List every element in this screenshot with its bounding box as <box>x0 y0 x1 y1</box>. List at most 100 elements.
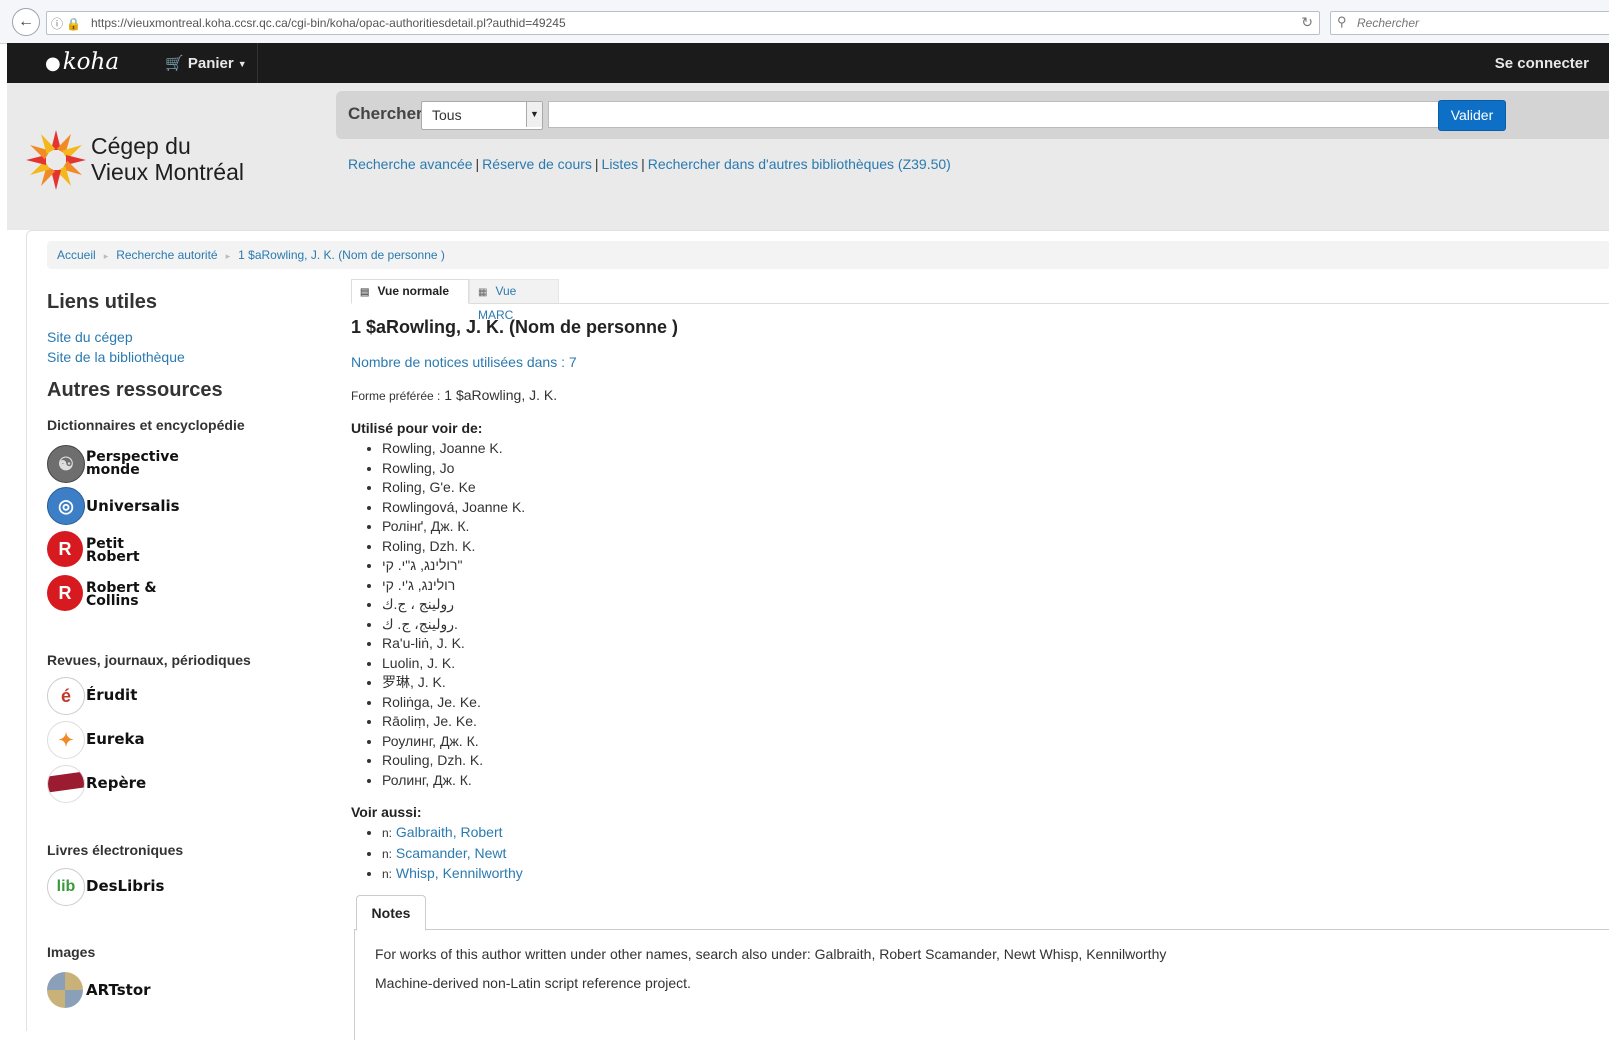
search-input[interactable] <box>548 101 1446 128</box>
document-icon: ▤ <box>360 287 370 298</box>
view-tabs: ▤ Vue normale ▦ Vue MARC <box>351 279 1609 322</box>
universalis-icon: ◎ <box>47 487 85 525</box>
cart-icon: 🛒 <box>165 55 184 72</box>
chevron-right-icon: ▸ <box>103 251 109 261</box>
robert-icon: R <box>47 575 83 611</box>
see-from-item: رولينج، ج. ك. <box>382 615 525 635</box>
see-from-item: Roling, Dzh. K. <box>382 537 525 557</box>
group-title: Livres électroniques <box>47 842 184 858</box>
search-scope-select[interactable]: Tous ▼ <box>421 101 543 130</box>
reload-icon[interactable]: ↻ <box>1301 14 1313 31</box>
see-from-item: رولينج ، ج.ك <box>382 595 525 615</box>
breadcrumb-home[interactable]: Accueil <box>57 248 96 262</box>
see-from-item: Ролінґ, Дж. К. <box>382 517 525 537</box>
see-from-item: Роулинг, Дж. К. <box>382 732 525 752</box>
see-from-item: Rowlingová, Joanne K. <box>382 498 525 518</box>
browser-search-input[interactable] <box>1355 14 1599 32</box>
group-title: Dictionnaires et encyclopédie <box>47 417 245 433</box>
advanced-search-link[interactable]: Recherche avancée <box>348 156 473 172</box>
see-from-item: Rowling, Jo <box>382 459 525 479</box>
fish-icon: ✦ <box>47 721 85 759</box>
see-from-item: Roliṅga, Je. Ke. <box>382 693 525 713</box>
see-from-item: Rowling, Joanne K. <box>382 439 525 459</box>
dropdown-arrow-icon[interactable]: ▼ <box>526 102 542 127</box>
resource-universalis[interactable]: ◎ Universalis <box>47 487 247 525</box>
lists-link[interactable]: Listes <box>602 156 639 172</box>
login-link[interactable]: Se connecter <box>1495 55 1589 72</box>
search-label: Chercher <box>348 104 423 123</box>
erudit-icon: é <box>47 677 85 715</box>
see-from-list: Rowling, Joanne K.Rowling, JoRoling, G'e… <box>365 439 525 790</box>
site-info-icon[interactable]: ⓘ 🔒 <box>51 15 81 32</box>
note-text: For works of this author written under o… <box>375 946 1167 962</box>
notes-panel: For works of this author written under o… <box>354 929 1609 1040</box>
group-title: Images <box>47 944 96 960</box>
resource-perspective-monde[interactable]: ☯ Perspective monde <box>47 445 247 483</box>
see-also-list: n: Galbraith, Robertn: Scamander, Newtn:… <box>365 823 523 885</box>
main-container: Accueil ▸ Recherche autorité ▸ 1 $aRowling, … <box>26 230 1609 1040</box>
z3950-link[interactable]: Rechercher dans d'autres bibliothèques (… <box>648 156 951 172</box>
masthead: Cégep du Vieux Montréal Chercher Tous ▼ … <box>7 83 1609 230</box>
see-from-item: 罗琳, J. K. <box>382 673 525 693</box>
breadcrumb-current[interactable]: 1 $aRowling, J. K. (Nom de personne ) <box>238 248 445 262</box>
grid-icon: ▦ <box>478 287 488 298</box>
see-also-heading: Voir aussi: <box>351 804 422 820</box>
see-also-link[interactable]: Whisp, Kennilworthy <box>396 865 523 881</box>
record-title: 1 $aRowling, J. K. (Nom de personne ) <box>351 317 679 337</box>
library-site-link[interactable]: Site de la bibliothèque <box>47 347 347 367</box>
artstor-icon <box>47 972 83 1008</box>
tab-notes[interactable]: Notes <box>356 895 426 931</box>
repere-icon <box>47 765 85 803</box>
breadcrumb: Accueil ▸ Recherche autorité ▸ 1 $aRowling, … <box>47 241 1609 269</box>
usage-count-link[interactable]: Nombre de notices utilisées dans : 7 <box>351 354 577 370</box>
tab-normal-view[interactable]: ▤ Vue normale <box>351 279 469 304</box>
resource-artstor[interactable]: ARTstor <box>47 972 247 1010</box>
institution-name: Cégep du Vieux Montréal <box>91 133 244 185</box>
cegep-site-link[interactable]: Site du cégep <box>47 327 347 347</box>
caret-down-icon: ▼ <box>237 59 247 70</box>
browser-search-box[interactable]: ⚲ <box>1330 11 1609 35</box>
useful-links-title: Liens utiles <box>47 291 158 313</box>
preferred-form: Forme préférée : 1 $aRowling, J. K. <box>351 387 558 403</box>
see-also-link[interactable]: Scamander, Newt <box>396 845 507 861</box>
see-from-heading: Utilisé pour voir de: <box>351 420 483 436</box>
back-arrow-icon[interactable]: ← <box>12 8 40 36</box>
deslibris-icon: lib <box>47 868 85 906</box>
address-bar[interactable]: ⓘ 🔒 https://vieuxmontreal.koha.ccsr.qc.c… <box>46 11 1320 35</box>
breadcrumb-authority-search[interactable]: Recherche autorité <box>116 248 217 262</box>
robert-icon: R <box>47 531 83 567</box>
resource-robert-collins[interactable]: R Robert & Collins <box>47 575 247 613</box>
see-also-link[interactable]: Galbraith, Robert <box>396 824 503 840</box>
valider-button[interactable]: Valider <box>1438 100 1506 131</box>
other-resources-title: Autres ressources <box>47 379 223 401</box>
see-also-item: n: Whisp, Kennilworthy <box>382 864 523 885</box>
koha-logo[interactable]: ●koha <box>45 49 119 75</box>
see-also-item: n: Galbraith, Robert <box>382 823 523 844</box>
tab-marc-view[interactable]: ▦ Vue MARC <box>469 279 559 322</box>
see-from-item: Roling, G'e. Ke <box>382 478 525 498</box>
nav-divider <box>257 43 258 83</box>
resource-petit-robert[interactable]: R Petit Robert <box>47 531 247 569</box>
cart-button[interactable]: 🛒 Panier ▼ <box>165 54 247 72</box>
see-from-item: Rāoliṃ, Je. Ke. <box>382 712 525 732</box>
see-also-item: n: Scamander, Newt <box>382 844 523 865</box>
course-reserves-link[interactable]: Réserve de cours <box>482 156 592 172</box>
see-from-item: Luolin, J. K. <box>382 654 525 674</box>
resource-repere[interactable]: Repère <box>47 765 247 803</box>
see-from-item: רולינג, ג"י. קי" <box>382 556 525 576</box>
search-bar: Chercher Tous ▼ Valider <box>336 91 1609 139</box>
resource-deslibris[interactable]: lib DesLibris <box>47 868 247 906</box>
resource-eureka[interactable]: ✦ Eureka <box>47 721 247 759</box>
koha-drop-icon: ● <box>45 53 61 74</box>
cegep-logo-icon[interactable] <box>25 129 87 196</box>
search-links: Recherche avancée | Réserve de cours | Liste… <box>348 156 951 172</box>
resource-erudit[interactable]: é Érudit <box>47 677 247 715</box>
see-from-item: רולינג, ג'י. קי <box>382 576 525 596</box>
see-from-item: Ra'u-liṅ, J. K. <box>382 634 525 654</box>
chevron-right-icon: ▸ <box>225 251 231 261</box>
see-from-item: Rouling, Dzh. K. <box>382 751 525 771</box>
see-from-item: Ролинг, Дж. К. <box>382 771 525 791</box>
url-text: https://vieuxmontreal.koha.ccsr.qc.ca/cg… <box>91 16 566 30</box>
search-icon: ⚲ <box>1337 14 1347 29</box>
note-text: Machine-derived non-Latin script referen… <box>375 975 691 991</box>
